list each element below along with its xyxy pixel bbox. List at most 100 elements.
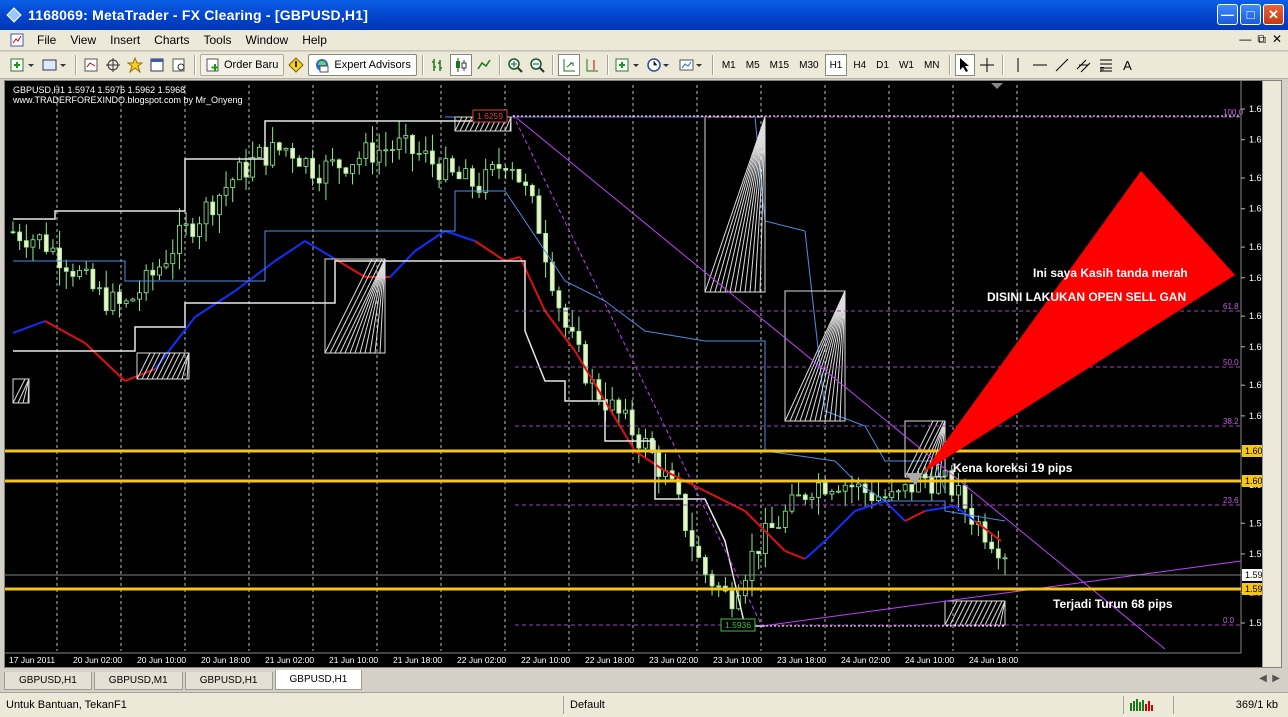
close-button[interactable]: ✕ <box>1263 4 1284 25</box>
timeframe-h4[interactable]: H4 <box>849 54 870 76</box>
menu-window[interactable]: Window <box>239 33 296 47</box>
candle-body-8 <box>63 267 69 272</box>
text-tool-icon[interactable]: A <box>1118 54 1138 76</box>
timeframe-m30[interactable]: M30 <box>795 54 822 76</box>
candle-body-50 <box>343 167 349 174</box>
level-price-text-3: 1.5960 <box>1245 584 1263 594</box>
vertical-line-icon[interactable] <box>1008 54 1028 76</box>
candle-body-149 <box>1002 557 1008 560</box>
candle-body-104 <box>703 556 708 575</box>
new-order-plus-icon <box>206 58 219 72</box>
menu-help[interactable]: Help <box>295 33 334 47</box>
crosshair-navigator-icon[interactable] <box>103 54 123 76</box>
tab-scroll-arrows-icon[interactable]: ◀ ▶ <box>1259 673 1280 684</box>
candle-body-68 <box>463 168 469 180</box>
candlestick-chart-icon[interactable] <box>449 54 472 76</box>
timeframe-mn[interactable]: MN <box>920 54 944 76</box>
cursor-arrow-icon[interactable] <box>954 54 975 76</box>
timeframe-d1[interactable]: D1 <box>872 54 893 76</box>
timeframe-h1[interactable]: H1 <box>824 54 848 76</box>
candle-body-63 <box>430 150 435 165</box>
mdi-restore-icon[interactable]: ⧉ <box>1257 32 1266 47</box>
expert-advisors-button[interactable]: Expert Advisors <box>308 54 417 76</box>
candle-body-148 <box>995 548 1001 559</box>
candle-body-116 <box>782 510 788 528</box>
zoom-out-icon[interactable] <box>527 54 547 76</box>
timeframe-m15[interactable]: M15 <box>766 54 793 76</box>
templates-icon[interactable] <box>677 54 707 76</box>
tab-gbpusd-h1-active[interactable]: GBPUSD,H1 <box>274 670 363 690</box>
candle-body-1 <box>17 231 23 242</box>
annotation-drop-text: Terjadi Turun 68 pips <box>1053 597 1173 611</box>
time-label-4: 21 Jun 02:00 <box>265 655 314 665</box>
profiles-icon[interactable] <box>40 54 70 76</box>
terminal-window-icon[interactable] <box>147 54 167 76</box>
menu-tools[interactable]: Tools <box>197 33 239 47</box>
moving-average-segment-6 <box>234 260 276 292</box>
candle-body-60 <box>410 135 415 154</box>
timeframe-w1[interactable]: W1 <box>895 54 918 76</box>
crosshair-icon[interactable] <box>977 54 997 76</box>
candle-body-133 <box>896 490 901 493</box>
candle-body-52 <box>356 157 362 166</box>
chart-vertical-scrollbar[interactable] <box>1262 81 1281 667</box>
candle-body-73 <box>496 164 502 169</box>
new-order-button[interactable]: Order Baru <box>200 54 285 76</box>
candle-body-43 <box>296 157 302 167</box>
bar-chart-icon[interactable] <box>428 54 448 76</box>
chart-window[interactable]: 1.6260 1.6240 1.6215 1.6195 1.6170 1.6150 1.61… <box>4 80 1282 668</box>
trendline-icon[interactable] <box>1052 54 1072 76</box>
timeframe-m5[interactable]: M5 <box>742 54 764 76</box>
indicators-list-icon[interactable] <box>613 54 643 76</box>
fibo-level-label-1: 61.8 <box>1223 302 1239 311</box>
candle-body-21 <box>150 269 156 276</box>
candle-body-103 <box>696 545 702 558</box>
time-label-6: 21 Jun 18:00 <box>393 655 442 665</box>
price-chart[interactable]: 1.6260 1.6240 1.6215 1.6195 1.6170 1.6150 1.61… <box>5 81 1263 667</box>
horizontal-line-icon[interactable] <box>1030 54 1050 76</box>
chart-document-icon[interactable] <box>10 33 24 47</box>
strategy-tester-icon[interactable] <box>169 54 189 76</box>
chart-shift-marker-icon <box>991 83 1003 89</box>
equidistant-channel-icon[interactable] <box>1074 54 1094 76</box>
zoom-in-icon[interactable] <box>505 54 525 76</box>
menu-charts[interactable]: Charts <box>147 33 196 47</box>
moving-average-segment-13 <box>444 230 476 242</box>
mdi-close-icon[interactable]: ✕ <box>1272 32 1282 47</box>
time-label-2: 20 Jun 10:00 <box>137 655 186 665</box>
tab-gbpusd-m1[interactable]: GBPUSD,M1 <box>93 672 183 690</box>
metatrader-app-icon <box>6 7 22 23</box>
price-tick-label-5: 1.6150 <box>1249 273 1263 283</box>
chart-tabs: GBPUSD,H1 GBPUSD,M1 GBPUSD,H1 GBPUSD,H1 <box>4 670 364 690</box>
cloud-hatch-bottom-stroke-30 <box>974 600 988 626</box>
menu-view[interactable]: View <box>63 33 103 47</box>
price-tick-label-4: 1.6170 <box>1249 242 1263 252</box>
chart-shift-icon[interactable] <box>582 54 602 76</box>
new-chart-icon[interactable] <box>8 54 38 76</box>
price-tick-label-15: 1.5925 <box>1249 618 1263 628</box>
moving-average-segment-29 <box>904 510 926 522</box>
menu-file[interactable]: File <box>30 33 63 47</box>
fibo-diagonal <box>512 114 763 627</box>
periodicity-clock-icon[interactable] <box>645 54 675 76</box>
tab-gbpusd-h1-2[interactable]: GBPUSD,H1 <box>184 672 273 690</box>
candle-body-41 <box>283 148 289 151</box>
time-label-3: 20 Jun 18:00 <box>201 655 250 665</box>
mdi-minimize-icon[interactable]: — <box>1239 32 1251 47</box>
line-chart-icon[interactable] <box>474 54 494 76</box>
maximize-button[interactable]: □ <box>1240 4 1261 25</box>
tab-gbpusd-h1-1[interactable]: GBPUSD,H1 <box>4 672 92 690</box>
cloud-hatch-bottom-stroke-0 <box>944 600 958 626</box>
candle-body-124 <box>836 490 841 493</box>
menu-insert[interactable]: Insert <box>103 33 147 47</box>
candle-body-108 <box>729 590 735 610</box>
market-watch-icon[interactable] <box>81 54 101 76</box>
status-profile: Default <box>564 696 1124 714</box>
fibonacci-icon[interactable]: F <box>1096 54 1116 76</box>
auto-scroll-icon[interactable] <box>557 54 580 76</box>
candle-body-31 <box>216 194 222 216</box>
timeframe-m1[interactable]: M1 <box>718 54 740 76</box>
metaeditor-diamond-icon[interactable] <box>286 54 306 76</box>
minimize-button[interactable]: — <box>1217 4 1238 25</box>
favorites-star-icon[interactable] <box>125 54 145 76</box>
